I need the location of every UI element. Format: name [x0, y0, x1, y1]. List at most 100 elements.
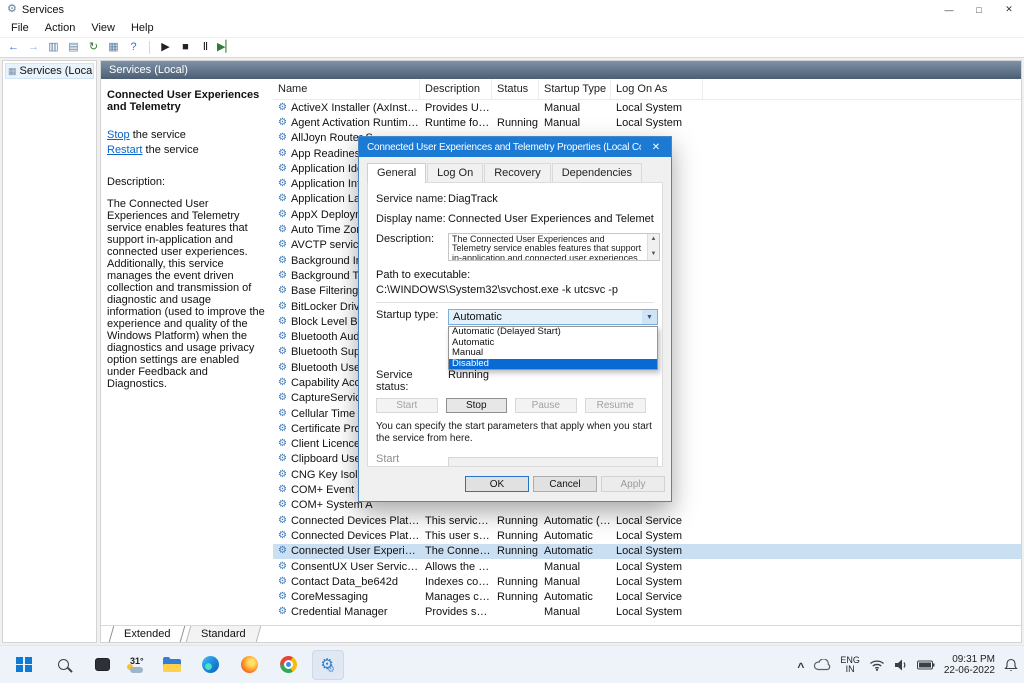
file-explorer-button[interactable]	[156, 650, 188, 680]
service-gear-icon: ⚙	[278, 256, 287, 266]
dropdown-option[interactable]: Automatic (Delayed Start)	[449, 327, 657, 338]
pause-service-button[interactable]: Pause	[515, 398, 577, 413]
service-gear-icon: ⚙	[278, 607, 287, 617]
service-status-cell: Running	[492, 576, 539, 588]
tray-chevron-up-icon[interactable]: ^	[797, 660, 804, 674]
help-icon[interactable]: ?	[125, 39, 142, 56]
dropdown-option[interactable]: Manual	[449, 348, 657, 359]
close-button[interactable]: ✕	[994, 0, 1024, 19]
service-gear-icon: ⚙	[278, 562, 287, 572]
task-view-button[interactable]	[86, 650, 118, 680]
edge-button[interactable]	[195, 650, 227, 680]
service-name-text: Bluetooth Supp	[291, 346, 366, 358]
language-indicator[interactable]: ENG IN	[840, 656, 860, 674]
dropdown-option[interactable]: Automatic	[449, 338, 657, 349]
notification-bell-icon[interactable]	[1004, 658, 1018, 672]
service-startup-type-cell: Manual	[539, 606, 611, 618]
startup-type-label: Startup type:	[376, 309, 448, 321]
apply-button[interactable]: Apply	[601, 476, 665, 492]
search-button[interactable]	[47, 650, 79, 680]
tree-item-services-local[interactable]: ▦ Services (Local)	[5, 63, 94, 79]
stop-service-link[interactable]: Stop	[107, 129, 130, 141]
table-row[interactable]: ⚙Connected Devices Platform ...This user…	[273, 528, 1021, 543]
table-row[interactable]: ⚙CoreMessagingManages co...RunningAutoma…	[273, 590, 1021, 605]
description-scrollbar[interactable]: ▲ ▼	[647, 234, 659, 260]
properties-icon[interactable]: ▤	[65, 39, 82, 56]
tab-general[interactable]: General	[367, 163, 426, 183]
scroll-down-icon[interactable]: ▼	[651, 250, 657, 259]
table-row[interactable]: ⚙Agent Activation Runtime_b...Runtime fo…	[273, 115, 1021, 130]
column-header-startup-type[interactable]: Startup Type	[539, 79, 611, 99]
stop-service-button[interactable]: Stop	[446, 398, 508, 413]
menu-file[interactable]: File	[3, 20, 37, 36]
dialog-description-box[interactable]: The Connected User Experiences and Telem…	[448, 233, 660, 261]
window-controls: — □ ✕	[934, 0, 1024, 19]
tab-recovery[interactable]: Recovery	[484, 163, 550, 182]
clock-time: 09:31 PM	[944, 654, 995, 665]
dialog-close-button[interactable]: ✕	[641, 137, 671, 157]
dialog-tabs: General Log On Recovery Dependencies	[359, 157, 671, 182]
start-parameters-input[interactable]	[448, 457, 658, 467]
table-row[interactable]: ⚙Connected User Experiences ...The Conne…	[273, 544, 1021, 559]
service-name-text: Application Lay	[291, 193, 366, 205]
minimize-button[interactable]: —	[934, 0, 964, 19]
combobox-chevron-icon[interactable]: ▼	[642, 310, 657, 324]
chrome-button[interactable]	[273, 650, 305, 680]
volume-icon[interactable]	[894, 659, 908, 671]
panel-header: Services (Local)	[101, 61, 1021, 79]
services-taskbar-button[interactable]: ⚙⚙	[312, 650, 344, 680]
tab-log-on[interactable]: Log On	[427, 163, 483, 182]
start-menu-button[interactable]	[8, 650, 40, 680]
service-startup-type-cell: Automatic (De...	[539, 515, 611, 527]
stop-service-icon[interactable]: ■	[177, 39, 194, 56]
firefox-button[interactable]	[234, 650, 266, 680]
menu-help[interactable]: Help	[123, 20, 162, 36]
tab-dependencies[interactable]: Dependencies	[552, 163, 642, 182]
startup-type-combobox[interactable]: Automatic ▼	[448, 309, 658, 325]
service-name-cell: ⚙ConsentUX User Service_be6...	[273, 561, 420, 573]
column-header-status[interactable]: Status	[492, 79, 539, 99]
column-header-name[interactable]: Name	[273, 79, 420, 99]
column-header-description[interactable]: Description	[420, 79, 492, 99]
tab-extended[interactable]: Extended	[109, 626, 186, 642]
battery-icon[interactable]	[917, 660, 935, 670]
forward-icon[interactable]: →	[25, 39, 42, 56]
export-list-icon[interactable]: ▦	[105, 39, 122, 56]
restart-service-icon[interactable]: ▶▏	[217, 39, 234, 56]
service-gear-icon: ⚙	[278, 225, 287, 235]
menu-action[interactable]: Action	[37, 20, 84, 36]
service-name-text: Connected User Experiences ...	[291, 545, 420, 557]
weather-widget[interactable]: 31°	[125, 650, 149, 680]
onedrive-cloud-icon[interactable]	[813, 659, 831, 671]
refresh-icon[interactable]: ↻	[85, 39, 102, 56]
ok-button[interactable]: OK	[465, 476, 529, 492]
pause-service-icon[interactable]: Ⅱ	[197, 39, 214, 56]
back-icon[interactable]: ←	[5, 39, 22, 56]
menu-view[interactable]: View	[83, 20, 123, 36]
stop-link-suffix: the service	[130, 129, 186, 141]
maximize-button[interactable]: □	[964, 0, 994, 19]
table-row[interactable]: ⚙Contact Data_be642dIndexes cont...Runni…	[273, 574, 1021, 589]
clock[interactable]: 09:31 PM 22-06-2022	[944, 654, 995, 676]
start-parameters-note: You can specify the start parameters tha…	[376, 421, 652, 445]
table-row[interactable]: ⚙ActiveX Installer (AxInstSV)Provides Us…	[273, 100, 1021, 115]
service-description-cell: This service i...	[420, 515, 492, 527]
table-row[interactable]: ⚙Credential ManagerProvides sec...Manual…	[273, 605, 1021, 620]
dropdown-option[interactable]: Disabled	[449, 359, 657, 370]
column-header-log-on-as[interactable]: Log On As	[611, 79, 703, 99]
show-console-tree-icon[interactable]: ▥	[45, 39, 62, 56]
start-service-button[interactable]: Start	[376, 398, 438, 413]
clock-date: 22-06-2022	[944, 665, 995, 676]
resume-service-button[interactable]: Resume	[585, 398, 647, 413]
scroll-up-icon[interactable]: ▲	[651, 235, 657, 244]
weather-cloud-icon	[130, 667, 143, 673]
cancel-button[interactable]: Cancel	[533, 476, 597, 492]
service-gear-icon: ⚙	[278, 424, 287, 434]
restart-service-link[interactable]: Restart	[107, 144, 142, 156]
weather-temperature: 31°	[130, 656, 144, 666]
wifi-icon[interactable]	[869, 659, 885, 671]
table-row[interactable]: ⚙ConsentUX User Service_be6...Allows the…	[273, 559, 1021, 574]
start-service-icon[interactable]: ▶	[157, 39, 174, 56]
tab-standard[interactable]: Standard	[186, 626, 261, 642]
table-row[interactable]: ⚙Connected Devices Platform ...This serv…	[273, 513, 1021, 528]
